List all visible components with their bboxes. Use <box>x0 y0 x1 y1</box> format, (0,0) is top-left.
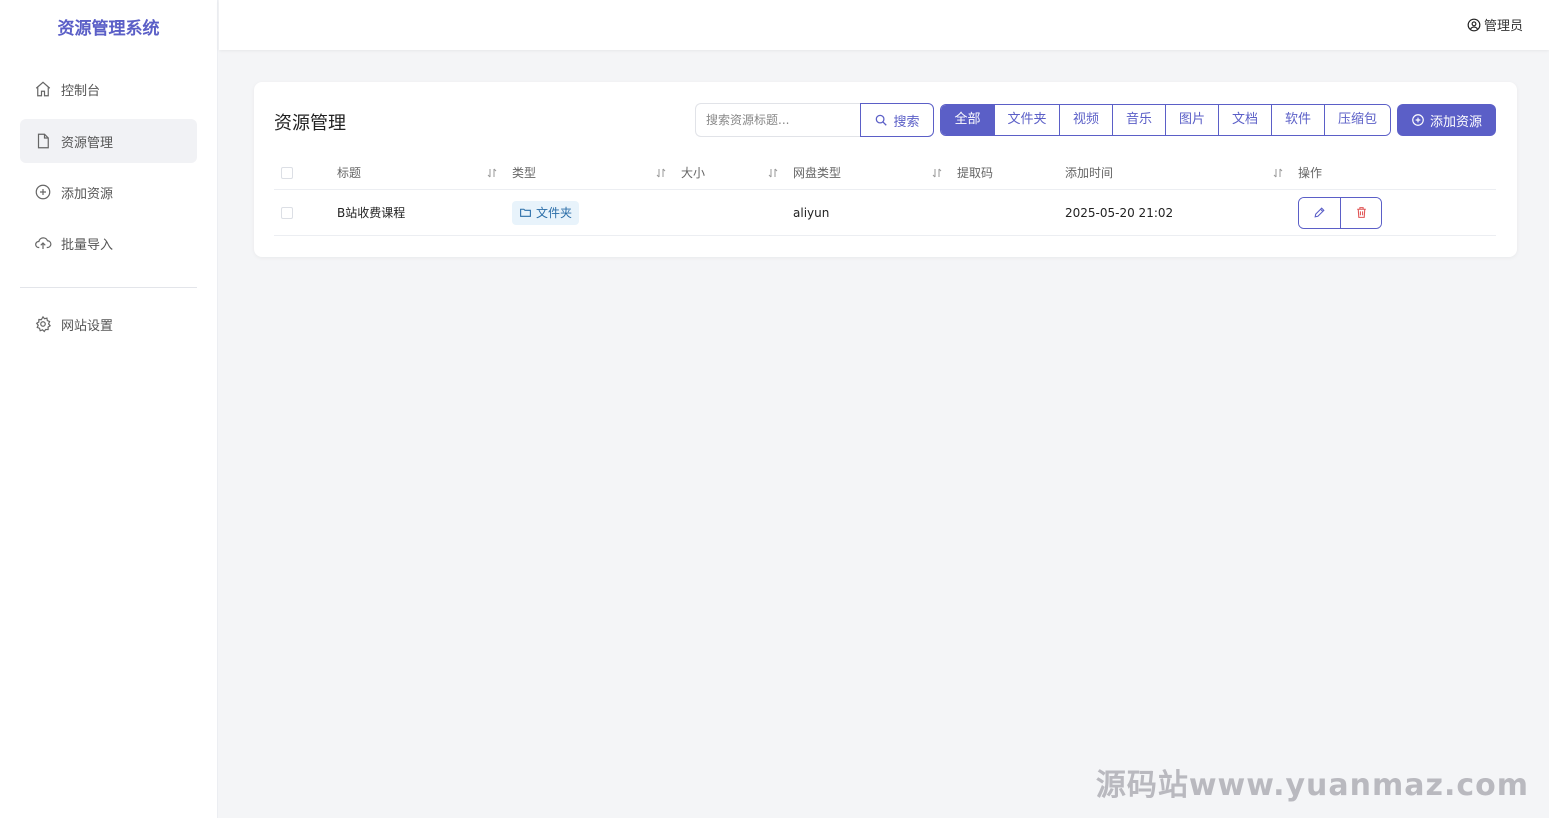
filter-software[interactable]: 软件 <box>1271 105 1324 135</box>
row-disk-type: aliyun <box>793 205 830 220</box>
sort-icon[interactable] <box>767 156 779 189</box>
file-icon <box>34 132 52 150</box>
top-bar: 管理员 <box>219 0 1549 50</box>
sidebar-item-site-settings[interactable]: 网站设置 <box>20 302 197 346</box>
column-header-disk-type[interactable]: 网盘类型 <box>793 156 841 189</box>
row-checkbox[interactable] <box>281 206 293 219</box>
folder-icon <box>519 206 532 219</box>
filter-document[interactable]: 文档 <box>1218 105 1271 135</box>
delete-button[interactable] <box>1340 197 1381 228</box>
column-header-title[interactable]: 标题 <box>337 156 361 189</box>
sidebar-item-label: 资源管理 <box>61 135 114 151</box>
table-header: 标题 类型 大小 网盘类型 提取码 添加时间 操作 <box>274 156 1496 190</box>
sidebar-item-dashboard[interactable]: 控制台 <box>20 67 197 111</box>
add-resource-button[interactable]: 添加资源 <box>1397 104 1496 136</box>
resource-card: 资源管理 搜索 全部 文件夹 视频 音乐 图片 文档 软件 压缩包 添加资源 标… <box>254 82 1517 257</box>
pencil-icon <box>1314 207 1325 218</box>
search-button[interactable]: 搜索 <box>860 103 934 137</box>
trash-icon <box>1356 207 1366 218</box>
row-added-at: 2025-05-20 21:02 <box>1065 205 1174 220</box>
type-tag: 文件夹 <box>512 200 580 225</box>
sort-icon[interactable] <box>931 156 943 189</box>
sidebar-item-resources[interactable]: 资源管理 <box>20 119 197 163</box>
watermark: 源码站www.yuanmaz.com <box>1095 768 1529 803</box>
plus-circle-icon <box>34 183 52 201</box>
gear-icon <box>34 315 52 333</box>
filter-archive[interactable]: 压缩包 <box>1324 105 1390 135</box>
row-actions <box>1298 196 1382 229</box>
row-type-cell: 文件夹 <box>512 190 580 235</box>
sort-icon[interactable] <box>1272 156 1284 189</box>
column-header-code: 提取码 <box>957 166 994 180</box>
app-title: 资源管理系统 <box>57 19 160 39</box>
home-icon <box>34 80 52 98</box>
column-header-actions: 操作 <box>1298 166 1323 180</box>
sidebar-item-label: 网站设置 <box>61 318 114 334</box>
select-all-checkbox[interactable] <box>281 166 293 179</box>
user-name: 管理员 <box>1483 19 1523 34</box>
column-header-type[interactable]: 类型 <box>512 156 536 189</box>
column-header-size[interactable]: 大小 <box>681 156 705 189</box>
filter-video[interactable]: 视频 <box>1059 105 1112 135</box>
sidebar-item-batch-import[interactable]: 批量导入 <box>20 221 197 265</box>
filter-all[interactable]: 全部 <box>941 105 994 135</box>
sidebar-divider <box>20 287 197 288</box>
sidebar: 资源管理系统 控制台 资源管理 添加资源 批量导入 网站设置 <box>0 0 218 818</box>
column-header-added-at[interactable]: 添加时间 <box>1065 156 1113 189</box>
edit-button[interactable] <box>1299 197 1340 228</box>
filter-image[interactable]: 图片 <box>1165 105 1218 135</box>
filter-music[interactable]: 音乐 <box>1112 105 1165 135</box>
row-actions-cell <box>1298 190 1382 235</box>
sort-icon[interactable] <box>486 156 498 189</box>
type-tag-label: 文件夹 <box>536 206 573 220</box>
search-bar: 搜索 <box>695 103 934 137</box>
select-all-checkbox-cell <box>281 156 293 189</box>
sidebar-item-label: 添加资源 <box>61 186 114 202</box>
plus-circle-icon <box>1411 113 1425 127</box>
search-input[interactable] <box>695 103 860 137</box>
sidebar-item-label: 控制台 <box>61 83 101 99</box>
search-icon <box>874 113 888 127</box>
user-menu[interactable]: 管理员 <box>1467 15 1523 34</box>
sidebar-item-label: 批量导入 <box>61 237 114 253</box>
sort-icon[interactable] <box>655 156 667 189</box>
type-filter-group: 全部 文件夹 视频 音乐 图片 文档 软件 压缩包 <box>940 104 1391 136</box>
sidebar-item-add-resource[interactable]: 添加资源 <box>20 170 197 214</box>
search-button-label: 搜索 <box>893 114 920 130</box>
user-circle-icon <box>1467 18 1481 32</box>
add-resource-label: 添加资源 <box>1429 114 1482 130</box>
cloud-upload-icon <box>34 234 52 252</box>
page-title: 资源管理 <box>274 113 346 134</box>
filter-folder[interactable]: 文件夹 <box>994 105 1059 135</box>
resource-table: 标题 类型 大小 网盘类型 提取码 添加时间 操作 B站收费课程 文件夹 ali… <box>274 156 1496 236</box>
row-checkbox-cell <box>281 190 293 235</box>
row-title: B站收费课程 <box>337 206 406 220</box>
table-row: B站收费课程 文件夹 aliyun 2025-05-20 21:02 <box>274 190 1496 236</box>
